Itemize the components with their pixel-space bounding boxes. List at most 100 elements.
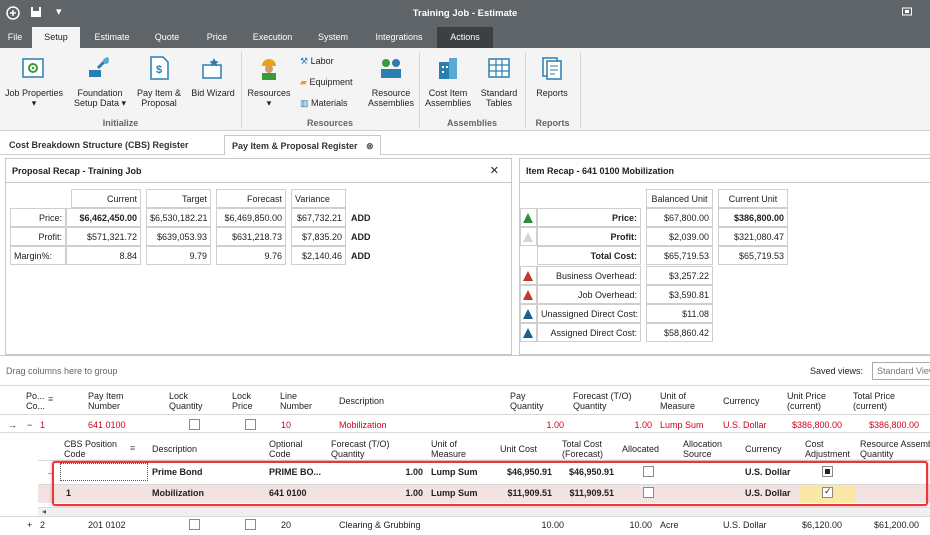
row-pay-quantity[interactable]: 10.00	[510, 520, 564, 531]
bid-wizard-button[interactable]: Bid Wizard	[188, 52, 238, 112]
scroll-left-icon[interactable]: ◂	[42, 507, 46, 516]
collapse-icon[interactable]: −	[27, 420, 32, 431]
sub-col-header-unit-cost[interactable]: Unit Cost	[500, 444, 537, 454]
cost-item-assemblies-button[interactable]: Cost Item Assemblies	[422, 52, 474, 112]
close-tab-icon[interactable]: ⊗	[366, 136, 374, 156]
price-forecast: $6,469,850.00	[216, 208, 286, 227]
col-header-pay-item-number[interactable]: Pay Item Number	[88, 391, 158, 411]
margin-current: 8.84	[66, 246, 141, 265]
row-description[interactable]: Clearing & Grubbing	[339, 520, 421, 531]
row-total-price[interactable]: $386,800.00	[852, 420, 919, 431]
col-current-unit: Current Unit	[718, 189, 788, 208]
menu-estimate[interactable]: Estimate	[86, 27, 138, 48]
sub-col-header-total-cost[interactable]: Total Cost (Forecast)	[562, 439, 612, 459]
status-icon-cell	[520, 323, 537, 342]
row-pay-item[interactable]: 641 0100	[88, 420, 126, 431]
col-header-description[interactable]: Description	[339, 396, 384, 406]
group-label-assemblies: Assemblies	[446, 118, 498, 128]
standard-tables-label-line1: Standard	[480, 88, 518, 98]
sub-col-header-currency[interactable]: Currency	[745, 444, 782, 454]
col-header-lock-quantity[interactable]: Lock Quantity	[169, 391, 219, 411]
reports-button[interactable]: Reports	[528, 52, 576, 112]
equipment-label: Equipment	[309, 77, 353, 87]
lock-quantity-checkbox[interactable]	[189, 419, 200, 430]
col-header-currency[interactable]: Currency	[723, 396, 760, 406]
lock-quantity-checkbox[interactable]	[189, 519, 200, 530]
col-header-total-price[interactable]: Total Price (current)	[853, 391, 913, 411]
sub-col-header-cbs[interactable]: CBS Position Code	[64, 439, 124, 459]
col-header-unit-price[interactable]: Unit Price (current)	[787, 391, 839, 411]
group-separator	[525, 52, 526, 128]
menu-execution[interactable]: Execution	[245, 27, 300, 48]
menu-actions[interactable]: Actions	[437, 27, 493, 48]
row-unit-price[interactable]: $6,120.00	[780, 520, 842, 531]
row-description[interactable]: Mobilization	[339, 420, 387, 431]
labor-button[interactable]: ⚒ Labor	[300, 56, 334, 67]
row-label-price: Price:	[10, 208, 66, 227]
materials-label: Materials	[311, 98, 348, 108]
status-icon-cell	[520, 304, 537, 323]
saved-views-select[interactable]: Standard View	[872, 362, 930, 380]
menu-price[interactable]: Price	[195, 27, 239, 48]
row-currency[interactable]: U.S. Dollar	[723, 520, 767, 531]
row-unit-price[interactable]: $386,800.00	[780, 420, 842, 431]
sub-col-header-optional-code[interactable]: Optional Code	[269, 439, 319, 459]
lock-price-checkbox[interactable]	[245, 519, 256, 530]
tab-pay-item-proposal-register[interactable]: Pay Item & Proposal Register ⊗	[224, 135, 381, 155]
equipment-button[interactable]: ▰ Equipment	[300, 77, 352, 88]
sub-col-header-allocation-source[interactable]: Allocation Source	[683, 439, 733, 459]
resource-assemblies-button[interactable]: Resource Assemblies	[366, 52, 416, 112]
filter-icon[interactable]: ≡	[48, 394, 53, 405]
pay-item-proposal-button[interactable]: $ Pay Item & Proposal	[133, 52, 185, 112]
row-uom[interactable]: Lump Sum	[660, 420, 704, 431]
sub-col-header-resource-assembly-quantity[interactable]: Resource Assembly Quantity	[860, 439, 930, 459]
resources-button[interactable]: Resources ▾	[244, 52, 294, 112]
expand-icon[interactable]: +	[27, 520, 32, 531]
item-label-business-overhead: Business Overhead:	[537, 266, 641, 285]
filter-icon[interactable]: ≡	[130, 443, 135, 454]
bid-wizard-label: Bid Wizard	[191, 88, 235, 98]
row-total-price[interactable]: $61,200.00	[852, 520, 919, 531]
row-currency[interactable]: U.S. Dollar	[723, 420, 767, 431]
price-add-button[interactable]: ADD	[347, 208, 377, 227]
item-label-price: Price:	[537, 208, 641, 227]
menu-file[interactable]: File	[0, 27, 30, 48]
col-header-forecast-quantity[interactable]: Forecast (T/O) Quantity	[573, 391, 648, 411]
col-header-line-number[interactable]: Line Number	[280, 391, 320, 411]
profit-add-button[interactable]: ADD	[347, 227, 377, 246]
sub-col-header-forecast-quantity[interactable]: Forecast (T/O) Quantity	[331, 439, 411, 459]
sub-col-header-allocated[interactable]: Allocated	[622, 444, 659, 454]
sub-col-header-description[interactable]: Description	[152, 444, 197, 454]
lock-price-checkbox[interactable]	[245, 419, 256, 430]
row-line[interactable]: 10	[281, 420, 291, 431]
job-properties-label: Job Properties	[4, 88, 64, 98]
col-header-pay-quantity[interactable]: Pay Quantity	[510, 391, 560, 411]
restore-window-icon[interactable]	[902, 6, 912, 20]
tab-label: Pay Item & Proposal Register	[232, 141, 358, 151]
row-forecast-quantity[interactable]: 10.00	[600, 520, 652, 531]
item-label-job-overhead: Job Overhead:	[537, 285, 641, 304]
tab-cbs-register[interactable]: Cost Breakdown Structure (CBS) Register	[2, 135, 196, 155]
row-pay-quantity[interactable]: 1.00	[510, 420, 564, 431]
row-pay-item[interactable]: 201 0102	[88, 520, 126, 531]
job-properties-button[interactable]: Job Properties ▾	[0, 52, 68, 112]
col-header-lock-price[interactable]: Lock Price	[232, 391, 262, 411]
materials-button[interactable]: ▥ Materials	[300, 98, 348, 109]
margin-add-button[interactable]: ADD	[347, 246, 377, 265]
menu-quote[interactable]: Quote	[143, 27, 191, 48]
row-uom[interactable]: Acre	[660, 520, 679, 531]
item-label-profit: Profit:	[537, 227, 641, 246]
sub-col-header-uom[interactable]: Unit of Measure	[431, 439, 476, 459]
close-icon[interactable]: ✕	[490, 159, 499, 183]
item-label-unassigned-direct-cost: Unassigned Direct Cost:	[537, 304, 641, 323]
col-header-position[interactable]: Po... Co...	[26, 391, 45, 411]
col-header-unit-of-measure[interactable]: Unit of Measure	[660, 391, 705, 411]
menu-setup[interactable]: Setup	[32, 27, 80, 48]
row-line[interactable]: 20	[281, 520, 291, 531]
foundation-setup-data-button[interactable]: Foundation Setup Data ▾	[70, 52, 130, 112]
standard-tables-button[interactable]: Standard Tables	[476, 52, 522, 112]
menu-system[interactable]: System	[307, 27, 359, 48]
sub-col-header-cost-adjustment[interactable]: Cost Adjustment	[805, 439, 855, 459]
menu-integrations[interactable]: Integrations	[365, 27, 433, 48]
row-forecast-quantity[interactable]: 1.00	[600, 420, 652, 431]
